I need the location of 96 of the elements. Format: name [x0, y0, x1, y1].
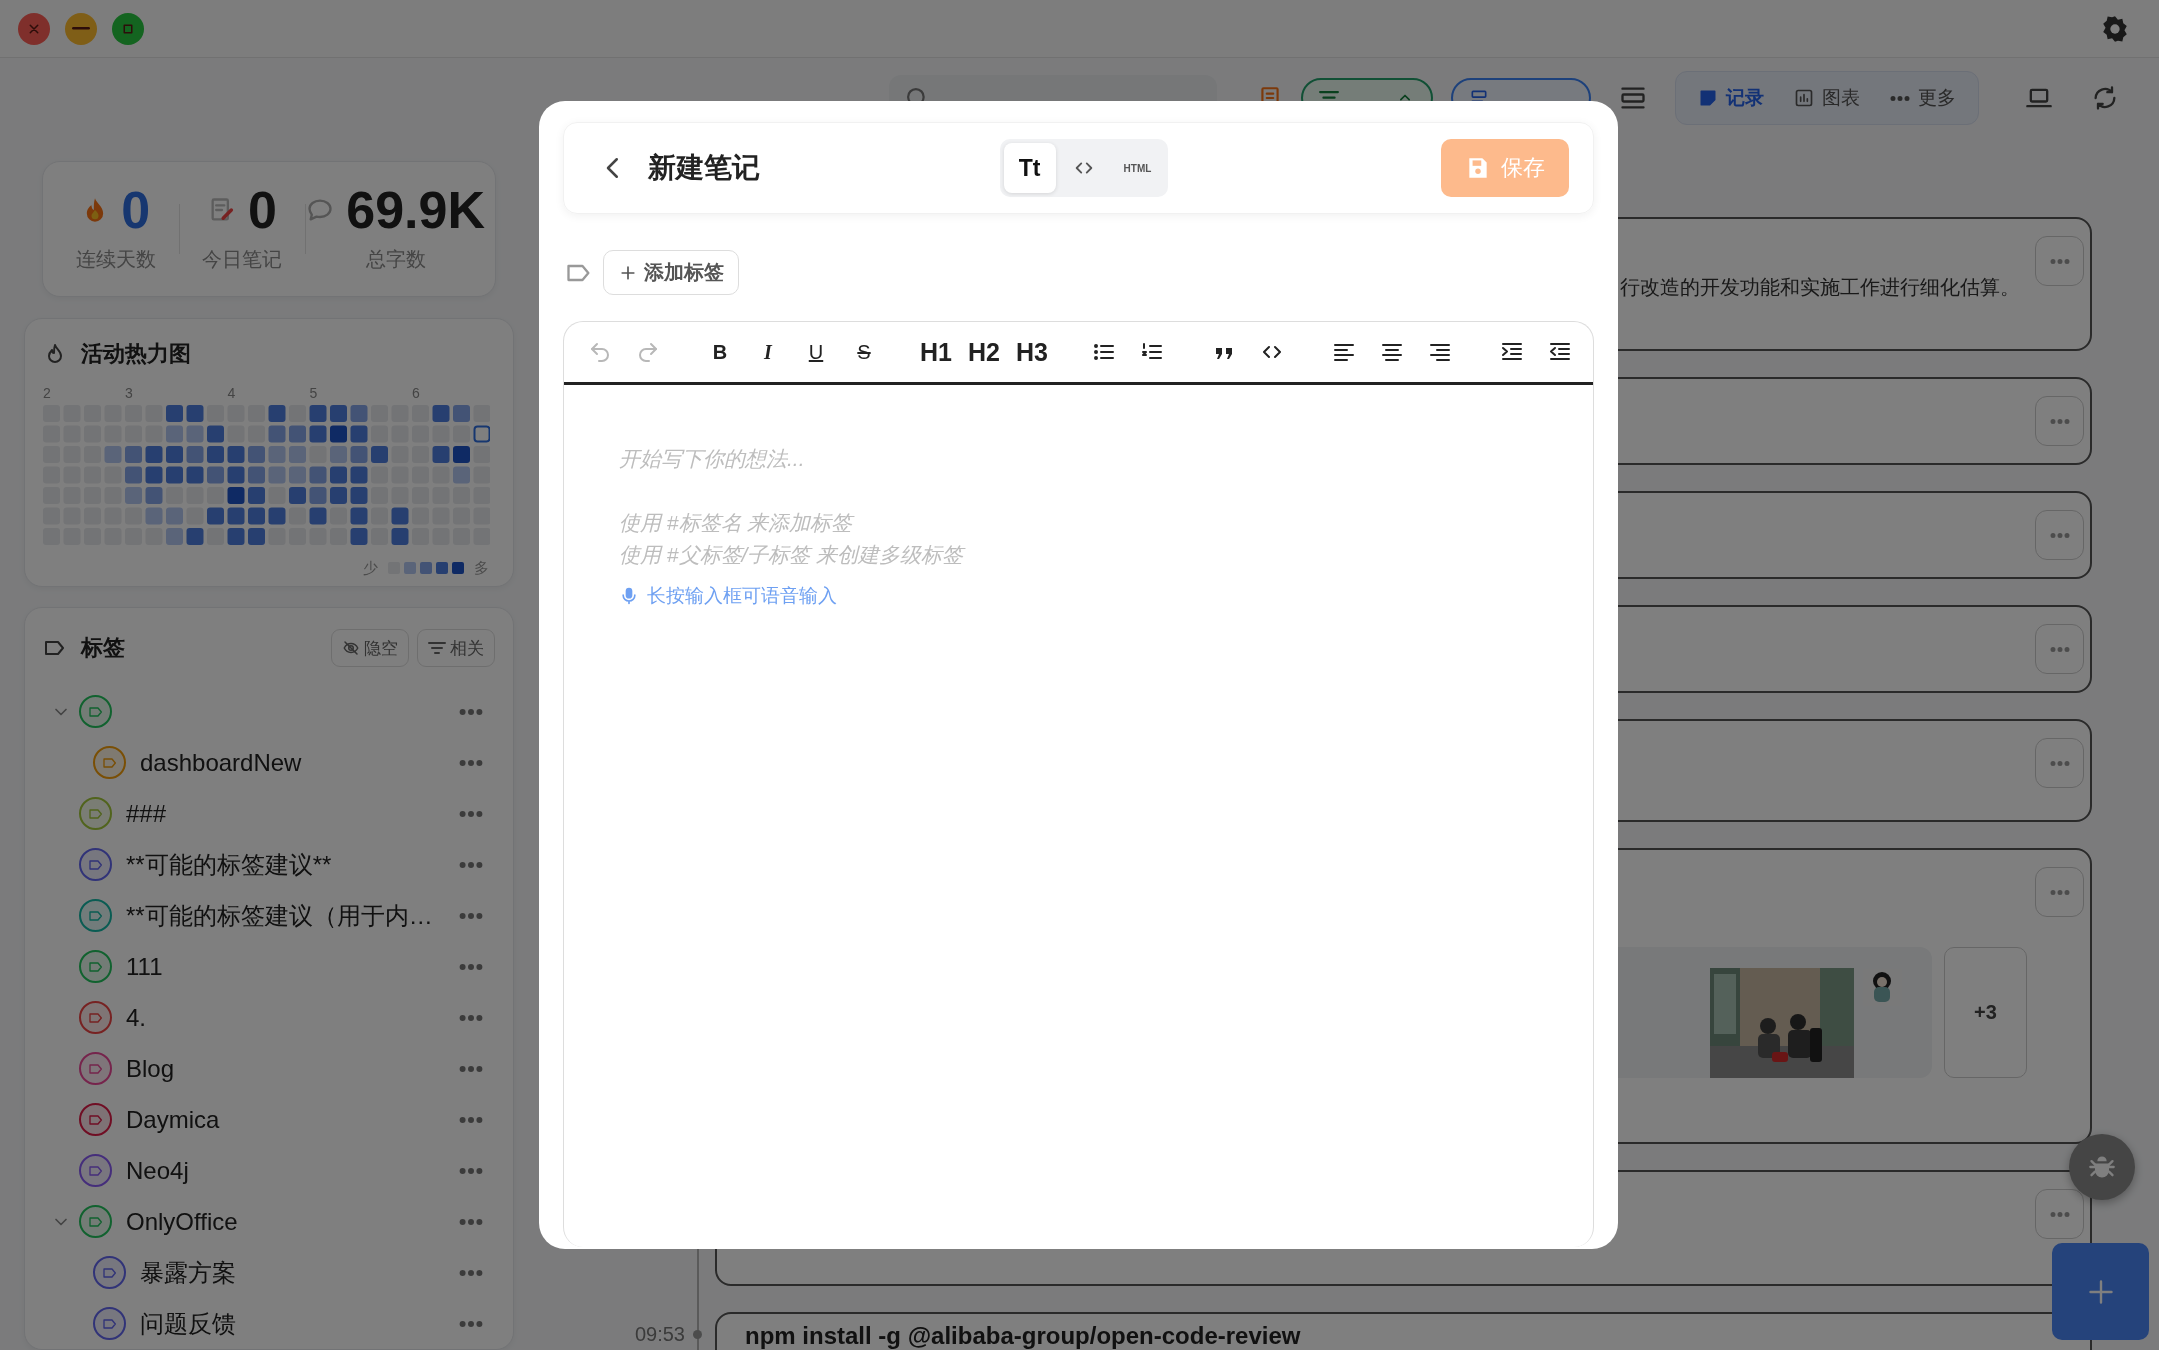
timeline-dot: [693, 1330, 702, 1339]
stat-label: 连续天数: [75, 247, 156, 273]
tag-label[interactable]: dashboardNew: [140, 748, 459, 777]
legend-swatch: [420, 562, 432, 575]
note-menu-button[interactable]: [2035, 510, 2084, 560]
more-icon[interactable]: [459, 1269, 483, 1276]
tag-label[interactable]: 4.: [126, 1003, 459, 1032]
more-icon[interactable]: [459, 708, 483, 715]
hide-empty-button[interactable]: 隐空: [331, 629, 409, 667]
minimize-icon: [72, 27, 90, 30]
more-icon[interactable]: [459, 963, 483, 970]
dots-icon: [2049, 889, 2070, 895]
more-icon[interactable]: [459, 1320, 483, 1327]
heading-button[interactable]: H1: [912, 330, 960, 374]
card-title: 活动热力图: [81, 339, 191, 368]
help-text: 使用 #父标签/子标签 来创建多级标签: [619, 542, 967, 568]
tag-label[interactable]: **可能的标签建议（用于内…: [126, 899, 459, 932]
note-card[interactable]: npm install -g @alibaba-group/open-code-review: [715, 1312, 2092, 1350]
help-text: 使用 #标签名 来添加标签: [619, 510, 856, 536]
related-button[interactable]: 相关: [417, 629, 495, 667]
more-icon[interactable]: [459, 759, 483, 766]
mode-tab[interactable]: Tt: [1003, 143, 1056, 193]
eye-off-icon: [342, 639, 360, 657]
month-label: 3: [125, 384, 134, 403]
strike-button[interactable]: S: [840, 330, 888, 374]
dots-icon: [1890, 95, 1910, 101]
more-icon[interactable]: [459, 1218, 483, 1225]
note-icon: [1698, 88, 1718, 108]
tag-label[interactable]: Daymica: [126, 1105, 459, 1134]
month-label: 2: [43, 384, 52, 403]
filter-icon: [428, 642, 446, 654]
stat-value: 0: [121, 184, 151, 237]
italic-button[interactable]: I: [744, 330, 792, 374]
dots-icon: [2049, 532, 2070, 538]
tag-label[interactable]: OnlyOffice: [126, 1207, 459, 1236]
view-tab[interactable]: 更多: [1878, 77, 1968, 119]
new-note-button[interactable]: [2052, 1243, 2149, 1340]
legend-swatch: [452, 562, 464, 575]
stat-value: 69.9K: [346, 184, 485, 237]
view-tab[interactable]: 图表: [1782, 77, 1872, 119]
note-menu-button[interactable]: [2035, 1189, 2084, 1239]
more-icon[interactable]: [459, 861, 483, 868]
add-tag-button[interactable]: 添加标签: [603, 250, 739, 295]
minimize-button[interactable]: [65, 12, 97, 45]
close-button[interactable]: [18, 12, 50, 45]
bold-button[interactable]: B: [696, 330, 744, 374]
mode-tab[interactable]: HTML: [1111, 143, 1164, 193]
view-tab[interactable]: 记录: [1686, 77, 1776, 119]
legend-swatch: [404, 562, 416, 575]
maximize-button[interactable]: [112, 12, 144, 45]
note-menu-button[interactable]: [2035, 738, 2084, 788]
more-icon[interactable]: [459, 1116, 483, 1123]
month-label: 6: [412, 384, 421, 403]
dots-icon: [2049, 1211, 2070, 1217]
dots-icon: [2049, 646, 2070, 652]
more-icon[interactable]: [459, 1014, 483, 1021]
redo-icon: [636, 340, 660, 364]
more-icon[interactable]: [459, 912, 483, 919]
note-menu-button[interactable]: [2035, 867, 2084, 917]
heading-button[interactable]: H2: [960, 330, 1008, 374]
microphone-icon: [619, 586, 639, 606]
dots-icon: [2049, 258, 2070, 264]
note-time: 09:53: [634, 1323, 685, 1345]
voice-hint: 长按输入框可语音输入: [647, 584, 837, 608]
dots-icon: [2049, 418, 2070, 424]
underline-button[interactable]: U: [792, 330, 840, 374]
tag-label[interactable]: **可能的标签建议**: [126, 848, 459, 881]
undo-icon: [588, 340, 612, 364]
more-icon[interactable]: [459, 1167, 483, 1174]
legend-swatch: [436, 562, 448, 575]
note-menu-button[interactable]: [2035, 236, 2084, 286]
note-text: 行改造的开发功能和实施工作进行细化估算。: [1620, 275, 2021, 300]
chart-icon: [1794, 88, 1814, 108]
more-icon[interactable]: [459, 810, 483, 817]
more-attachments[interactable]: +3: [1944, 947, 2027, 1078]
stat-label: 今日笔记: [202, 247, 283, 273]
tag-label[interactable]: Blog: [126, 1054, 459, 1083]
tag-label[interactable]: 111: [126, 952, 459, 981]
stat-label: 总字数: [365, 247, 426, 273]
month-label: 5: [309, 384, 319, 403]
tag-label[interactable]: 暴露方案: [140, 1256, 459, 1289]
stat-value: 0: [247, 184, 277, 237]
card-title: 标签: [81, 634, 125, 662]
gear-icon[interactable]: [2101, 14, 2129, 43]
heading-button[interactable]: H3: [1008, 330, 1056, 374]
note-menu-button[interactable]: [2035, 396, 2084, 446]
tag-label[interactable]: Neo4j: [126, 1156, 459, 1185]
note-menu-button[interactable]: [2035, 624, 2084, 674]
more-icon[interactable]: [459, 1065, 483, 1072]
tag-label[interactable]: ###: [126, 799, 459, 828]
tag-label[interactable]: 问题反馈: [140, 1307, 459, 1340]
month-label: 4: [227, 384, 237, 403]
dots-icon: [2049, 760, 2070, 766]
note-title: npm install -g @alibaba-group/open-code-review: [745, 1323, 1302, 1350]
editor-field[interactable]: 开始写下你的想法...: [619, 443, 1538, 507]
dialog-title: 新建笔记: [648, 151, 760, 185]
